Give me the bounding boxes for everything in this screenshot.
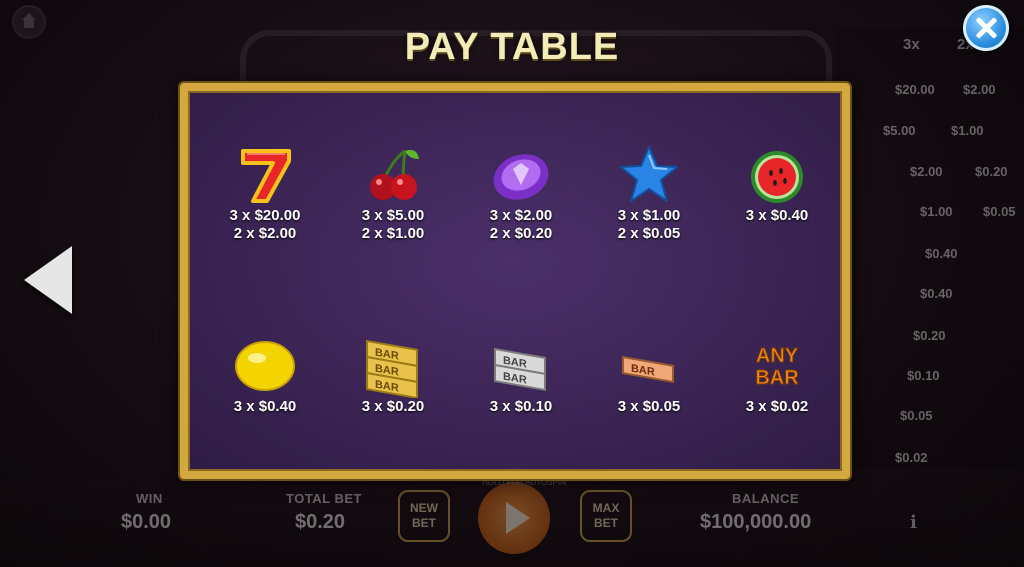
close-icon[interactable] [963, 5, 1009, 51]
side-value-3x: $2.00 [910, 164, 943, 179]
win-label: WIN [136, 491, 163, 506]
payout-line: 3 x $0.05 [617, 398, 681, 415]
paytable-cell-watermelon: 3 x $0.40 [712, 143, 842, 225]
paytable-cell-triple-bar: BAR BAR BAR 3 x $0.20 [328, 334, 458, 416]
side-row: $0.02 [835, 440, 1024, 480]
side-row: $1.00 $0.05 [835, 194, 1024, 234]
new-bet-button[interactable]: NEW BET [398, 490, 450, 542]
side-value-3x: $0.40 [920, 286, 953, 301]
previous-page-arrow-icon[interactable] [24, 246, 72, 314]
side-value-3x: $20.00 [895, 82, 935, 97]
payout-line: 3 x $0.20 [361, 398, 425, 415]
info-icon[interactable]: i [910, 512, 917, 533]
side-row: $0.05 [835, 398, 1024, 438]
side-row: $20.00 $2.00 [835, 72, 1024, 112]
side-value-2x: $2.00 [963, 82, 996, 97]
double-bar-icon: BAR BAR [494, 347, 546, 392]
seven-icon [241, 149, 291, 203]
payout-line: 3 x $1.00 [617, 207, 681, 224]
paytable-cell-star: 3 x $1.00 2 x $0.05 [584, 143, 714, 243]
total-bet-value: $0.20 [295, 511, 346, 533]
any-bar-text-line2: BAR [755, 367, 799, 389]
total-bet-label: TOTAL BET [286, 491, 362, 506]
balance-value: $100,000.00 [700, 511, 812, 533]
payout-line: 3 x $2.00 [489, 207, 553, 224]
payout-line: 3 x $0.02 [745, 398, 809, 415]
payout-line: 3 x $20.00 [229, 207, 301, 224]
lemon-icon [235, 341, 295, 391]
payout-line: 3 x $5.00 [361, 207, 425, 224]
side-value-2x: $1.00 [951, 123, 984, 138]
balance-label: BALANCE [732, 491, 800, 506]
payout-line: 2 x $1.00 [361, 225, 425, 242]
payout-line: 2 x $0.20 [489, 225, 553, 242]
side-value-3x: $0.02 [895, 450, 928, 465]
cherry-icon [370, 149, 419, 200]
paytable-cell-gem: 3 x $2.00 2 x $0.20 [456, 143, 586, 243]
side-value-3x: $0.40 [925, 246, 958, 261]
watermelon-icon [751, 151, 803, 203]
side-value-3x: $5.00 [883, 123, 916, 138]
side-row: $0.10 [835, 358, 1024, 398]
page-title: PAY TABLE [404, 26, 620, 68]
win-value: $0.00 [121, 511, 172, 533]
payout-line: 3 x $0.40 [745, 207, 809, 224]
side-value-3x: $0.20 [913, 328, 946, 343]
blue-star-icon [620, 146, 678, 202]
payout-line: 3 x $0.10 [489, 398, 553, 415]
side-row: $0.20 [835, 318, 1024, 358]
payout-line: 2 x $0.05 [617, 225, 681, 242]
max-bet-button[interactable]: MAX BET [580, 490, 632, 542]
purple-gem-icon [493, 154, 549, 200]
single-bar-icon: BAR [622, 355, 674, 384]
side-value-3x: $0.05 [900, 408, 933, 423]
hold-for-autospin-text: HOLD FOR AUTOSPIN [482, 478, 566, 487]
side-row: $5.00 $1.00 [823, 113, 1012, 153]
payout-line: 2 x $2.00 [233, 225, 297, 242]
paytable-cell-any-bar: ANY BAR 3 x $0.02 [712, 334, 842, 416]
side-row: $0.40 [835, 276, 1024, 316]
paytable-cell-lemon: 3 x $0.40 [200, 334, 330, 416]
side-paytable: 3x 2x $20.00 $2.00 $5.00 $1.00 $2.00 $0.20 … [835, 28, 1024, 468]
paytable-cell-seven: 3 x $20.00 2 x $2.00 [200, 143, 330, 243]
side-value-2x: $0.05 [983, 204, 1016, 219]
paytable-cell-single-bar: BAR 3 x $0.05 [584, 334, 714, 416]
paytable-cell-cherry: 3 x $5.00 2 x $1.00 [328, 143, 458, 243]
paytable-panel: 3 x $20.00 2 x $2.00 3 x $5.00 2 x $1.00… [180, 83, 850, 479]
side-value-3x: $0.10 [907, 368, 940, 383]
side-value-2x: $0.20 [975, 164, 1008, 179]
triple-bar-icon: BAR BAR BAR [366, 339, 418, 398]
paytable-cell-double-bar: BAR BAR 3 x $0.10 [456, 334, 586, 416]
side-row: $2.00 $0.20 [835, 154, 1024, 194]
any-bar-text-line1: ANY [756, 345, 799, 367]
side-value-3x: $1.00 [920, 204, 953, 219]
side-row: $0.40 [835, 236, 1024, 276]
spin-button[interactable] [478, 482, 550, 554]
payout-line: 3 x $0.40 [233, 398, 297, 415]
any-bar-icon: ANY BAR [755, 345, 800, 390]
